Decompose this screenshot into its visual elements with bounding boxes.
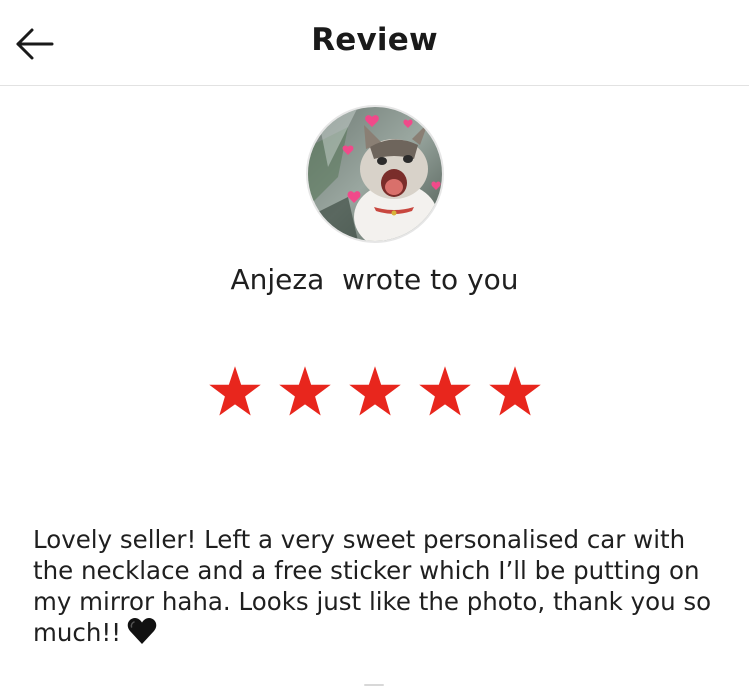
star-icon xyxy=(348,366,401,416)
star-rating xyxy=(0,364,749,424)
star-icon xyxy=(278,366,331,416)
star-icon xyxy=(418,366,471,416)
review-text-block: Lovely seller! Left a very sweet persona… xyxy=(33,524,733,648)
star-icon xyxy=(488,366,541,416)
black-heart-icon xyxy=(127,618,157,644)
reviewer-avatar[interactable] xyxy=(306,105,444,243)
home-indicator xyxy=(364,684,384,686)
page-title: Review xyxy=(311,22,438,58)
cat-avatar-image xyxy=(308,107,442,241)
header-bar: Review xyxy=(0,0,749,86)
reviewer-heading: Anjeza wrote to you xyxy=(230,263,519,296)
star-icon xyxy=(208,366,261,416)
